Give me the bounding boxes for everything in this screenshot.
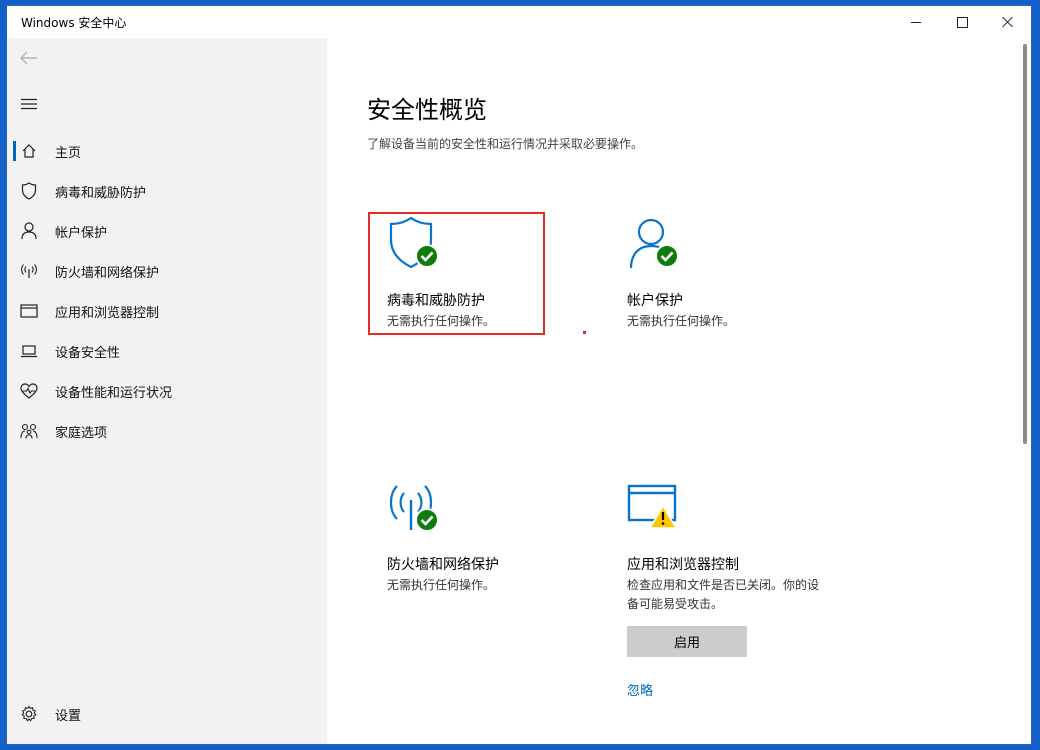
settings-label: 设置: [55, 708, 82, 724]
menu-button[interactable]: [17, 94, 41, 114]
window-title: Windows 安全中心: [21, 16, 127, 30]
sidebar-item-device-health[interactable]: 设备性能和运行状况: [7, 371, 327, 411]
sidebar-item-label: 家庭选项: [55, 425, 108, 441]
maximize-icon: [956, 16, 968, 28]
card-firewall[interactable]: 防火墙和网络保护 无需执行任何操作。: [387, 480, 587, 600]
back-button[interactable]: [17, 48, 41, 68]
card-virus-protection[interactable]: 病毒和威胁防护 无需执行任何操作。: [387, 216, 587, 336]
sidebar-item-label: 帐户保护: [55, 225, 108, 241]
person-icon: [19, 221, 39, 241]
card-status: 无需执行任何操作。: [387, 314, 496, 328]
title-bar: Windows 安全中心: [7, 6, 1031, 38]
maximize-button[interactable]: [939, 6, 985, 38]
card-title: 帐户保护: [627, 293, 683, 309]
window-warning-icon: [627, 484, 678, 529]
card-title: 防火墙和网络保护: [387, 557, 499, 573]
sidebar-nav: 主页 病毒和威胁防护 帐户保护 防火墙和网络保护 应用和浏览器控制 设备安全性 …: [7, 131, 327, 451]
card-account-protection[interactable]: 帐户保护 无需执行任何操作。: [627, 216, 827, 336]
laptop-icon: [19, 341, 39, 361]
home-icon: [19, 141, 39, 161]
antenna-check-icon: [389, 485, 439, 532]
page-title: 安全性概览: [367, 96, 487, 124]
sidebar-item-firewall[interactable]: 防火墙和网络保护: [7, 251, 327, 291]
sidebar-item-device-security[interactable]: 设备安全性: [7, 331, 327, 371]
sidebar-item-label: 主页: [55, 145, 82, 161]
card-title: 病毒和威胁防护: [387, 293, 485, 309]
enable-button[interactable]: 启用: [627, 626, 747, 657]
wifi-antenna-icon: [19, 261, 39, 281]
sidebar-item-label: 病毒和威胁防护: [55, 185, 147, 201]
shield-check-icon: [389, 216, 439, 269]
sidebar: 主页 病毒和威胁防护 帐户保护 防火墙和网络保护 应用和浏览器控制 设备安全性 …: [7, 38, 327, 744]
hamburger-icon: [21, 98, 37, 110]
minimize-icon: [911, 21, 921, 23]
sidebar-item-label: 设备性能和运行状况: [55, 385, 173, 401]
ignore-link[interactable]: 忽略: [627, 680, 653, 699]
sidebar-item-family-options[interactable]: 家庭选项: [7, 411, 327, 451]
sidebar-item-label: 应用和浏览器控制: [55, 305, 160, 321]
main-content: 安全性概览 了解设备当前的安全性和运行情况并采取必要操作。 病毒和威胁防护 无需…: [327, 38, 1027, 744]
selection-indicator: [13, 141, 16, 161]
back-arrow-icon: [20, 51, 37, 65]
card-status: 无需执行任何操作。: [627, 314, 736, 328]
sidebar-item-app-browser-control[interactable]: 应用和浏览器控制: [7, 291, 327, 331]
sidebar-item-home[interactable]: 主页: [7, 131, 327, 171]
person-check-icon: [629, 218, 679, 269]
sidebar-item-account-protection[interactable]: 帐户保护: [7, 211, 327, 251]
card-title: 应用和浏览器控制: [627, 557, 739, 573]
minimize-button[interactable]: [893, 6, 939, 38]
app-window-icon: [19, 301, 39, 321]
scrollbar[interactable]: [1023, 44, 1027, 444]
card-status: 无需执行任何操作。: [387, 578, 496, 592]
family-icon: [19, 421, 39, 441]
close-icon: [1002, 16, 1014, 28]
gear-icon: [19, 704, 39, 724]
sidebar-item-settings[interactable]: 设置: [7, 694, 327, 734]
card-app-browser-control[interactable]: 应用和浏览器控制 检查应用和文件是否已关闭。你的设备可能易受攻击。 启用 忽略: [627, 480, 827, 720]
shield-icon: [19, 181, 39, 201]
app-window: Windows 安全中心 主页 病毒和威胁防护 帐户保护 防火墙和网络保护 应用…: [6, 5, 1032, 745]
heart-pulse-icon: [19, 381, 39, 401]
sidebar-item-virus-protection[interactable]: 病毒和威胁防护: [7, 171, 327, 211]
sidebar-item-label: 防火墙和网络保护: [55, 265, 160, 281]
sidebar-item-label: 设备安全性: [55, 345, 121, 361]
page-subtitle: 了解设备当前的安全性和运行情况并采取必要操作。: [367, 137, 644, 151]
close-button[interactable]: [985, 6, 1031, 38]
card-status: 检查应用和文件是否已关闭。你的设备可能易受攻击。: [627, 578, 820, 611]
